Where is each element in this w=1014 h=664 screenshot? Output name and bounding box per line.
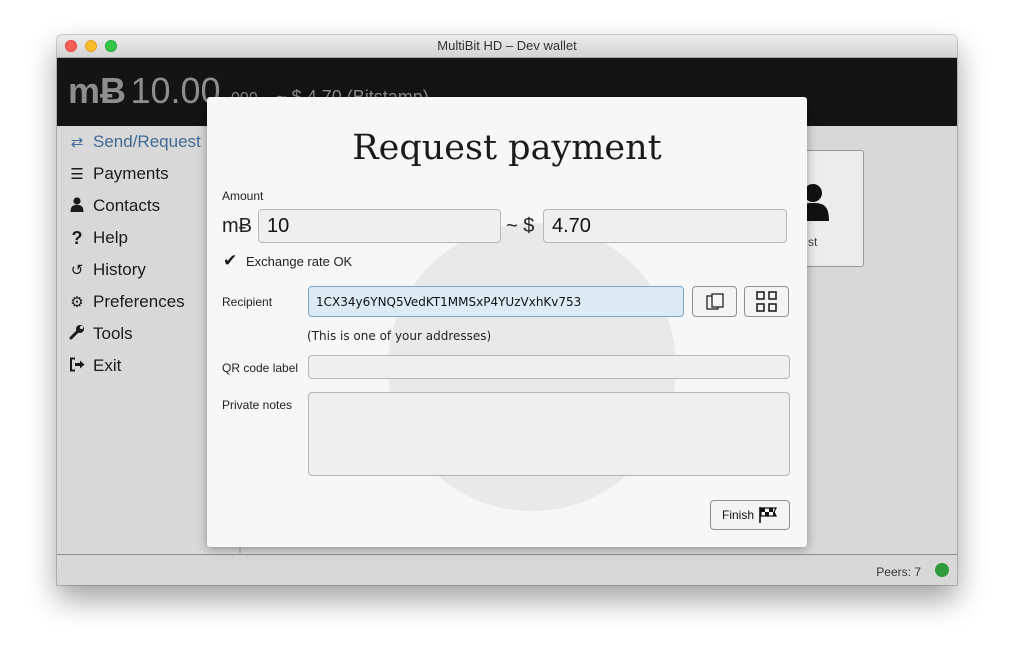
finish-button-label: Finish xyxy=(721,508,754,522)
checkmark-icon: ✔ xyxy=(223,251,238,270)
sidebar-item-label: History xyxy=(93,260,146,279)
amount-btc-value: 10 xyxy=(267,215,290,237)
qrcode-icon xyxy=(756,291,777,312)
amount-currency-symbol: mɃ xyxy=(222,215,252,237)
finish-button[interactable]: Finish xyxy=(710,500,790,530)
sign-out-icon xyxy=(67,357,87,376)
copy-address-button[interactable] xyxy=(692,286,737,317)
qr-code-label-input[interactable] xyxy=(308,355,790,379)
sidebar-item-label: Payments xyxy=(93,164,169,183)
sidebar-item-label: Tools xyxy=(93,324,133,343)
sidebar-item-label: Preferences xyxy=(93,292,185,311)
exchange-rate-status: Exchange rate OK xyxy=(246,254,353,269)
recipient-label: Recipient xyxy=(222,295,273,309)
gears-icon: ⚙ xyxy=(70,294,84,311)
status-bar: Peers: 7 xyxy=(57,554,957,585)
checkered-flag-icon xyxy=(759,507,777,523)
list-icon: ☰ xyxy=(70,166,84,183)
wrench-icon xyxy=(67,324,87,344)
balance-currency-symbol: mɃ xyxy=(68,70,127,111)
sidebar-item-label: Contacts xyxy=(93,196,161,215)
show-qr-code-button[interactable] xyxy=(744,286,789,317)
peers-status-indicator xyxy=(935,563,949,577)
amount-label: Amount xyxy=(222,189,264,203)
address-ownership-note: (This is one of your addresses) xyxy=(307,329,492,343)
request-payment-dialog: Request payment Amount mɃ 10 ~ $ 4.70 ✔ … xyxy=(207,97,807,547)
user-icon xyxy=(67,196,87,216)
recipient-address: 1CX34y6YNQ5VedKT1MMSxP4YUzVxhKv753 xyxy=(316,295,582,309)
recipient-address-field[interactable]: 1CX34y6YNQ5VedKT1MMSxP4YUzVxhKv753 xyxy=(308,286,684,317)
sidebar-item-label: Send/Request xyxy=(93,132,201,151)
fiat-currency-symbol: ~ $ xyxy=(506,215,535,237)
peers-count: Peers: 7 xyxy=(876,565,921,579)
dialog-title: Request payment xyxy=(352,128,662,168)
sidebar-item-label: Exit xyxy=(93,356,122,375)
sidebar-item-label: Help xyxy=(93,228,128,247)
request-card-label: st xyxy=(808,235,818,249)
question-icon: ? xyxy=(71,227,83,248)
qr-code-label-label: QR code label xyxy=(222,361,299,375)
copy-icon xyxy=(706,293,724,310)
amount-btc-input[interactable]: 10 xyxy=(258,209,501,243)
private-notes-label: Private notes xyxy=(222,398,293,412)
amount-fiat-input[interactable]: 4.70 xyxy=(543,209,787,243)
window-title: MultiBit HD – Dev wallet xyxy=(437,38,577,53)
history-icon: ↺ xyxy=(70,262,84,279)
amount-fiat-value: 4.70 xyxy=(552,215,591,237)
arrows-exchange-icon: ⇄ xyxy=(70,134,84,151)
private-notes-input[interactable] xyxy=(308,392,790,476)
title-bar: MultiBit HD – Dev wallet xyxy=(57,35,957,58)
